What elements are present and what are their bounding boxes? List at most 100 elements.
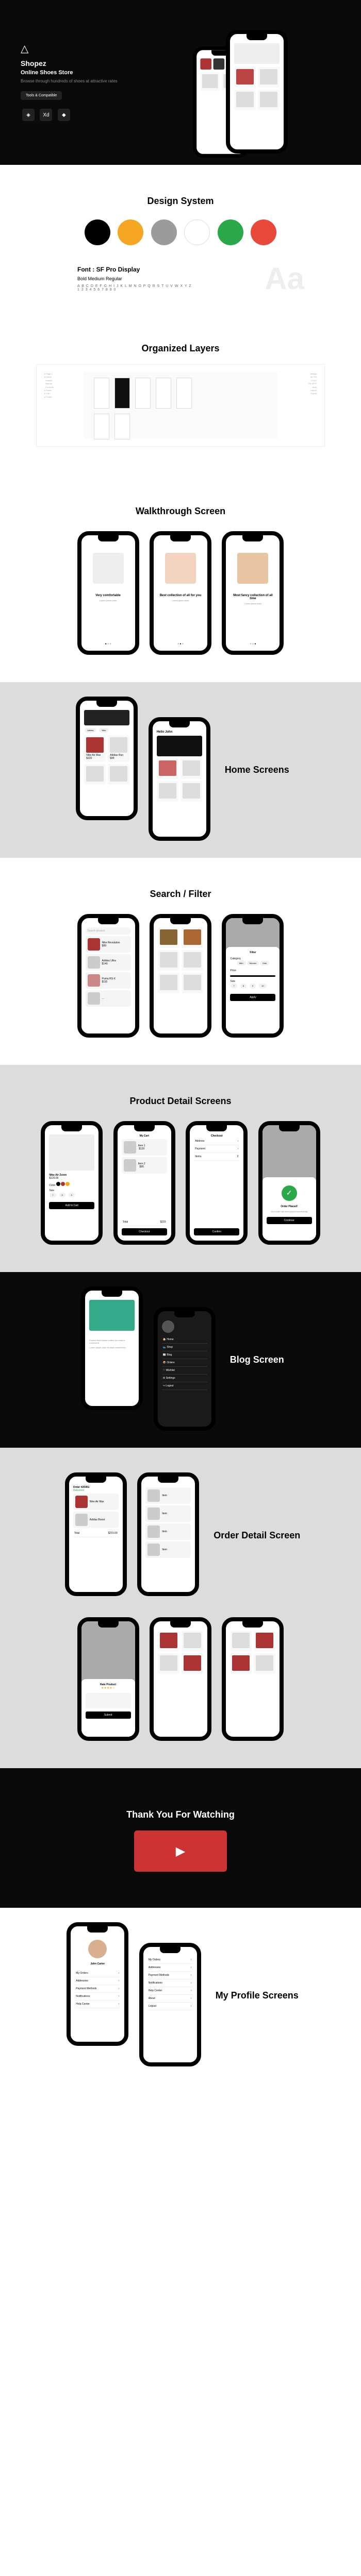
blog-section: New Arrivals 2024 Explore fresh styles c… — [0, 1272, 361, 1448]
section-title: Order Detail Screen — [214, 1530, 300, 1541]
cta-button[interactable]: Tools & Compatible — [21, 91, 62, 100]
blog-body: Explore fresh styles crafted for modern … — [89, 1339, 135, 1344]
layers-section: Organized Layers ▸ Page 1▸ Home Header B… — [0, 328, 361, 475]
phone-mock: 🏠 Home 👟 Shop 📰 Blog 📦 Orders ♡ Wishlist… — [154, 1307, 216, 1431]
greeting: Hello John — [157, 731, 202, 734]
profile-name: John Carter — [75, 1962, 120, 1965]
figma-icon[interactable]: ◈ — [22, 109, 35, 121]
section-title: Blog Screen — [230, 1354, 284, 1365]
phone-mock: Order #20451 Delivered Nike Air Max Adid… — [65, 1472, 127, 1596]
profile-row[interactable]: Payment Methods› — [147, 1972, 193, 1979]
phone-mock: AdidasNike Nike Air Max$120 Adidas Run$9… — [76, 697, 138, 820]
thanks-section: Thank You For Watching ▶ — [0, 1768, 361, 1908]
logo-icon: △ — [21, 42, 175, 55]
submit-button[interactable]: Submit — [86, 1711, 131, 1719]
phone-mock: Very comfortable Lorem ipsum dolor ● ○ ○ — [77, 531, 139, 655]
phone-mock: Item Item Item Item — [137, 1472, 199, 1596]
profile-row[interactable]: Notifications› — [147, 1979, 193, 1987]
phone-mock: Checkout Address› Payment› Items2 Confir… — [186, 1121, 248, 1245]
layers-preview: ▸ Page 1▸ Home Header Banner Products▸ D… — [36, 364, 325, 447]
swatch-orange — [118, 219, 143, 245]
app-subtitle: Online Shoes Store — [21, 70, 175, 76]
profile-row[interactable]: Payment Methods› — [75, 1985, 120, 1993]
sketch-icon[interactable]: ◆ — [58, 109, 70, 121]
phone-mock — [222, 1617, 284, 1741]
walkthrough-section: Walkthrough Screen Very comfortable Lore… — [0, 475, 361, 682]
font-nums: 1 2 3 4 5 6 7 8 9 0 — [77, 288, 284, 292]
apply-button[interactable]: Apply — [230, 994, 275, 1001]
phone-mock: Filter Category MenWomenKids Price Size … — [222, 914, 284, 1038]
section-title: My Profile Screens — [216, 1990, 299, 2001]
order-status: Delivered — [73, 1489, 119, 1492]
star-rating[interactable]: ★★★★☆ — [86, 1686, 131, 1690]
profile-row[interactable]: My Orders› — [75, 1970, 120, 1977]
app-desc: Browse through hundreds of shoes at attr… — [21, 79, 175, 83]
section-title: Product Detail Screens — [15, 1096, 346, 1107]
layers-panel-right: DesignW 375H 812Fill #FFFAutoLayoutExpor… — [281, 372, 317, 438]
phone-mock: Best collection of all for you Lorem ips… — [150, 531, 211, 655]
cart-title: My Cart — [122, 1134, 167, 1138]
font-specimen: Aa — [265, 261, 304, 296]
checkout-button[interactable]: Checkout — [122, 1228, 167, 1235]
home-section: AdidasNike Nike Air Max$120 Adidas Run$9… — [0, 682, 361, 858]
add-cart-button[interactable]: Add to Cart — [49, 1202, 94, 1209]
filter-title: Filter — [230, 951, 275, 954]
swatch-gray — [151, 219, 177, 245]
section-title: Search / Filter — [15, 889, 346, 900]
search-input[interactable]: Search product — [86, 927, 131, 935]
swatch-white — [184, 219, 210, 245]
order-section: Order Detail Screen Order #20451 Deliver… — [0, 1448, 361, 1768]
profile-row[interactable]: About› — [147, 1995, 193, 2003]
phone-mock: John Carter My Orders› Addresses› Paymen… — [67, 1922, 128, 2046]
section-title: Home Screens — [225, 765, 289, 775]
profile-row[interactable]: Help Center› — [75, 2001, 120, 2008]
profile-row[interactable]: Notifications› — [75, 1993, 120, 2001]
profile-row[interactable]: Logout› — [147, 2003, 193, 2010]
phone-mock: My Cart Item 1$120 Item 2$95 Total$215 C… — [113, 1121, 175, 1245]
phone-mock: New Arrivals 2024 Explore fresh styles c… — [81, 1286, 143, 1410]
continue-button[interactable]: Continue — [267, 1217, 312, 1224]
phone-mock — [150, 914, 211, 1038]
xd-icon[interactable]: Xd — [40, 109, 52, 121]
color-swatches — [15, 217, 346, 250]
profile-row[interactable]: Addresses› — [75, 1977, 120, 1985]
layers-panel-left: ▸ Page 1▸ Home Header Banner Products▸ D… — [44, 372, 80, 438]
phone-mock — [150, 1617, 211, 1741]
profile-row[interactable]: My Orders› — [147, 1956, 193, 1964]
profile-section: John Carter My Orders› Addresses› Paymen… — [0, 1908, 361, 2083]
swatch-red — [251, 219, 276, 245]
walk-text: Very comfortable — [86, 594, 131, 597]
walk-text: Most fancy collection of all time — [230, 594, 275, 600]
phone-mock: Nike Air Zoom $120.00 Color Size 789 Add… — [41, 1121, 103, 1245]
font-weights: Bold Medium Regular — [77, 276, 284, 281]
video-thumbnail[interactable]: ▶ — [134, 1831, 227, 1872]
phone-mock: My Orders› Addresses› Payment Methods› N… — [139, 1943, 201, 2066]
phone-mock: ✓ Order Placed! Your order has been plac… — [258, 1121, 320, 1245]
swatch-green — [218, 219, 243, 245]
phone-mock: Most fancy collection of all time Lorem … — [222, 531, 284, 655]
layers-canvas — [84, 372, 277, 438]
search-section: Search / Filter Search product Nike Revo… — [0, 858, 361, 1065]
section-title: Design System — [15, 196, 346, 207]
design-system-section: Design System Font : SF Pro Display Bold… — [0, 165, 361, 328]
thanks-title: Thank You For Watching — [15, 1809, 346, 1820]
font-title: Font : SF Pro Display — [77, 266, 284, 273]
section-title: Organized Layers — [15, 343, 346, 354]
success-sub: Your order has been placed successfully — [267, 1210, 312, 1213]
phone-mock: Rate Product ★★★★☆ Submit — [77, 1617, 139, 1741]
font-alpha: A B C D E F G H I J K L M N O P Q R S T … — [77, 284, 284, 288]
success-title: Order Placed! — [267, 1205, 312, 1208]
phone-mock: Hello John — [149, 717, 210, 841]
confirm-button[interactable]: Confirm — [194, 1228, 239, 1235]
swatch-black — [85, 219, 110, 245]
blog-title: New Arrivals 2024 — [89, 1334, 135, 1337]
walk-text: Best collection of all for you — [158, 594, 203, 597]
profile-row[interactable]: Help Center› — [147, 1987, 193, 1995]
profile-row[interactable]: Addresses› — [147, 1964, 193, 1972]
app-title: Shopez — [21, 59, 175, 67]
filter-modal: Filter Category MenWomenKids Price Size … — [226, 947, 280, 1033]
success-icon: ✓ — [282, 1185, 297, 1201]
hero-section: △ Shopez Online Shoes Store Browse throu… — [0, 0, 361, 165]
section-title: Walkthrough Screen — [15, 506, 346, 517]
detail-section: Product Detail Screens Nike Air Zoom $12… — [0, 1065, 361, 1272]
